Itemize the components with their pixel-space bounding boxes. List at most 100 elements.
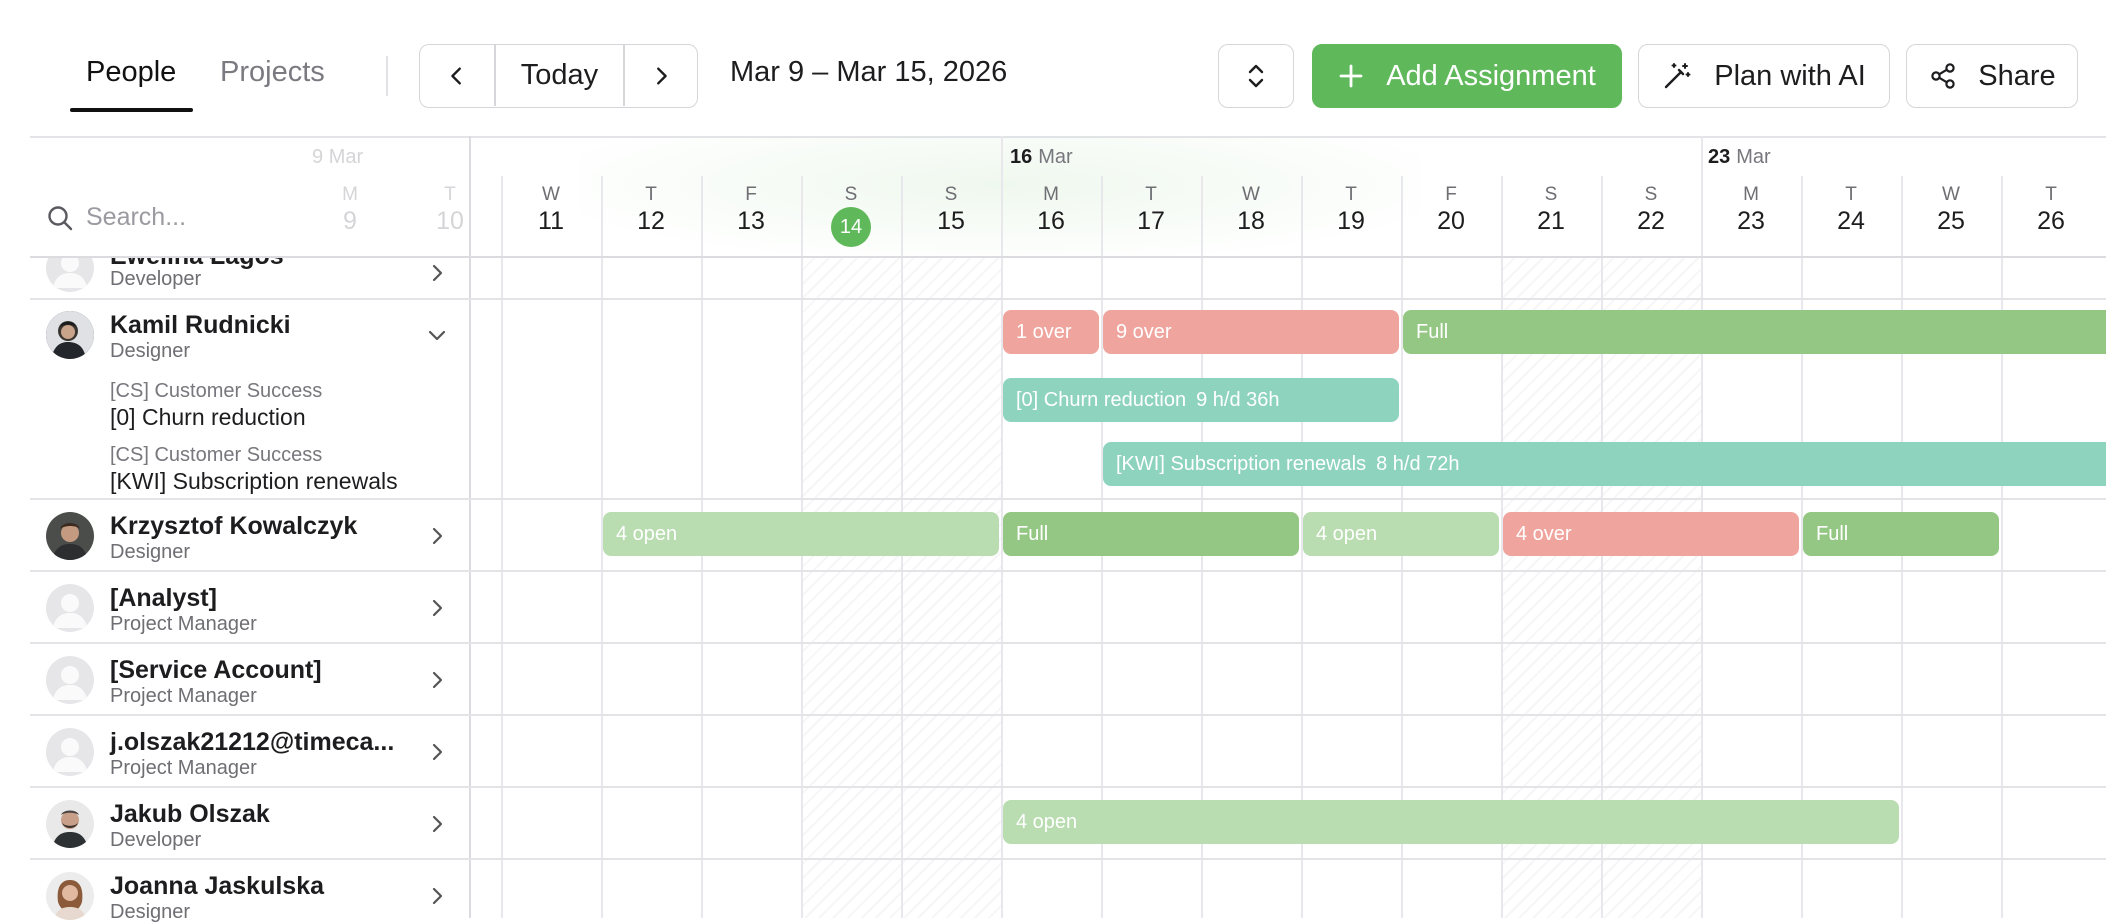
avatar xyxy=(46,258,94,292)
person-name: j.olszak21212@timeca... xyxy=(110,728,395,756)
date-range-label: Mar 9 – Mar 15, 2026 xyxy=(730,56,1008,88)
tab-people[interactable]: People xyxy=(86,54,176,90)
avatar xyxy=(46,512,94,560)
day-number: 25 xyxy=(1937,207,1965,235)
person-name: Krzysztof Kowalczyk xyxy=(110,512,358,540)
capacity-bar-over[interactable]: 9 over xyxy=(1103,310,1399,354)
row-separator xyxy=(30,498,2106,500)
day-gridline xyxy=(2001,176,2003,918)
day-number: 21 xyxy=(1537,207,1565,235)
person-role: Designer xyxy=(110,541,191,563)
person-role: Designer xyxy=(110,901,191,923)
person-role: Project Manager xyxy=(110,613,257,635)
chevron-right-icon[interactable] xyxy=(426,741,448,763)
capacity-bar-open[interactable]: 4 open xyxy=(603,512,999,556)
day-of-week: S xyxy=(844,184,858,205)
day-number: 19 xyxy=(1337,207,1365,235)
day-of-week: M xyxy=(1043,184,1059,205)
chevron-right-icon xyxy=(657,66,667,85)
avatar xyxy=(46,872,94,920)
search-icon xyxy=(48,206,73,231)
capacity-bar-full[interactable]: Full xyxy=(1403,310,2106,354)
day-of-week: W xyxy=(1942,184,1960,205)
assignment-client: [CS] Customer Success xyxy=(110,380,323,402)
chevron-right-icon xyxy=(432,264,443,282)
day-of-week: S xyxy=(1544,184,1558,205)
person-row-ewelina[interactable]: Ewelina Łagos Developer xyxy=(0,258,470,298)
capacity-bar-full[interactable]: Full xyxy=(1803,512,1999,556)
sidebar-divider xyxy=(469,136,471,918)
row-separator xyxy=(30,858,2106,860)
day-number: 26 xyxy=(2037,207,2065,235)
day-of-week: W xyxy=(542,184,560,205)
assignment-project[interactable]: [KWI] Subscription renewals xyxy=(110,468,398,495)
plus-icon xyxy=(1339,64,1363,88)
chevron-right-icon[interactable] xyxy=(426,525,448,547)
chevron-right-icon[interactable] xyxy=(426,669,448,691)
person-name: Jakub Olszak xyxy=(110,800,270,828)
chevron-right-icon[interactable] xyxy=(426,597,448,619)
capacity-bar-open[interactable]: 4 open xyxy=(1303,512,1499,556)
assignment-bar-subscription-renewals[interactable]: [KWI] Subscription renewals 8 h/d 72h xyxy=(1103,442,2106,486)
day-number: 16 xyxy=(1037,207,1065,235)
chevron-left-icon xyxy=(451,66,461,85)
day-number: 17 xyxy=(1137,207,1165,235)
share-icon xyxy=(1931,63,1955,89)
toolbar-divider xyxy=(386,56,388,96)
ghost-day-number: 10 xyxy=(436,207,464,235)
chevron-right-icon[interactable] xyxy=(426,813,448,835)
day-of-week: F xyxy=(745,184,757,205)
person-role: Designer xyxy=(110,340,191,362)
plan-with-ai-label: Plan with AI xyxy=(1714,59,1866,92)
capacity-bar-over[interactable]: 4 over xyxy=(1503,512,1799,556)
day-of-week: W xyxy=(1242,184,1260,205)
person-role: Developer xyxy=(110,829,202,851)
today-button[interactable]: Today xyxy=(496,45,623,106)
add-assignment-label: Add Assignment xyxy=(1386,59,1596,92)
person-name: Kamil Rudnicki xyxy=(110,311,291,339)
day-number: 23 xyxy=(1737,207,1765,235)
capacity-bar-full[interactable]: Full xyxy=(1003,512,1299,556)
person-name: [Analyst] xyxy=(110,584,217,612)
person-role: Project Manager xyxy=(110,757,257,779)
assignment-project[interactable]: [0] Churn reduction xyxy=(110,404,306,431)
assignment-bar-detail: 8 h/d 72h xyxy=(1376,452,1460,475)
share-button[interactable]: Share xyxy=(1906,44,2078,108)
chevron-right-icon[interactable] xyxy=(426,885,448,907)
assignment-client: [CS] Customer Success xyxy=(110,444,323,466)
avatar xyxy=(46,584,94,632)
row-separator xyxy=(30,714,2106,716)
add-assignment-button[interactable]: Add Assignment xyxy=(1312,44,1622,108)
ghost-day-number: 9 xyxy=(343,207,357,235)
chevron-down-icon[interactable] xyxy=(426,324,448,346)
avatar xyxy=(46,728,94,776)
row-separator xyxy=(30,570,2106,572)
tab-projects[interactable]: Projects xyxy=(220,54,325,90)
capacity-bar-over[interactable]: 1 over xyxy=(1003,310,1099,354)
person-role: Project Manager xyxy=(110,685,257,707)
ghost-week-label: 9 Mar xyxy=(312,146,364,168)
plan-with-ai-button[interactable]: Plan with AI xyxy=(1638,44,1890,108)
day-number: 20 xyxy=(1437,207,1465,235)
day-number: 18 xyxy=(1237,207,1265,235)
day-number: 12 xyxy=(637,207,665,235)
day-of-week: S xyxy=(944,184,958,205)
avatar xyxy=(46,656,94,704)
person-name: Joanna Jaskulska xyxy=(110,872,325,900)
week-label-mar-23: 23 Mar xyxy=(1708,146,1771,168)
search-input[interactable] xyxy=(84,199,304,235)
previous-week-button[interactable] xyxy=(420,45,494,106)
assignment-bar-churn-reduction[interactable]: [0] Churn reduction 9 h/d 36h xyxy=(1003,378,1399,422)
day-number: 22 xyxy=(1637,207,1665,235)
day-of-week: M xyxy=(1743,184,1759,205)
day-number: 11 xyxy=(538,207,564,235)
ghost-day-of-week: T xyxy=(444,184,456,205)
day-of-week: T xyxy=(1145,184,1157,205)
active-tab-indicator xyxy=(70,108,193,112)
row-separator xyxy=(30,298,2106,300)
capacity-bar-open[interactable]: 4 open xyxy=(1003,800,1899,844)
expand-rows-button[interactable] xyxy=(1218,44,1294,108)
day-gridline xyxy=(501,176,503,918)
day-of-week: T xyxy=(1845,184,1857,205)
next-week-button[interactable] xyxy=(625,45,697,106)
